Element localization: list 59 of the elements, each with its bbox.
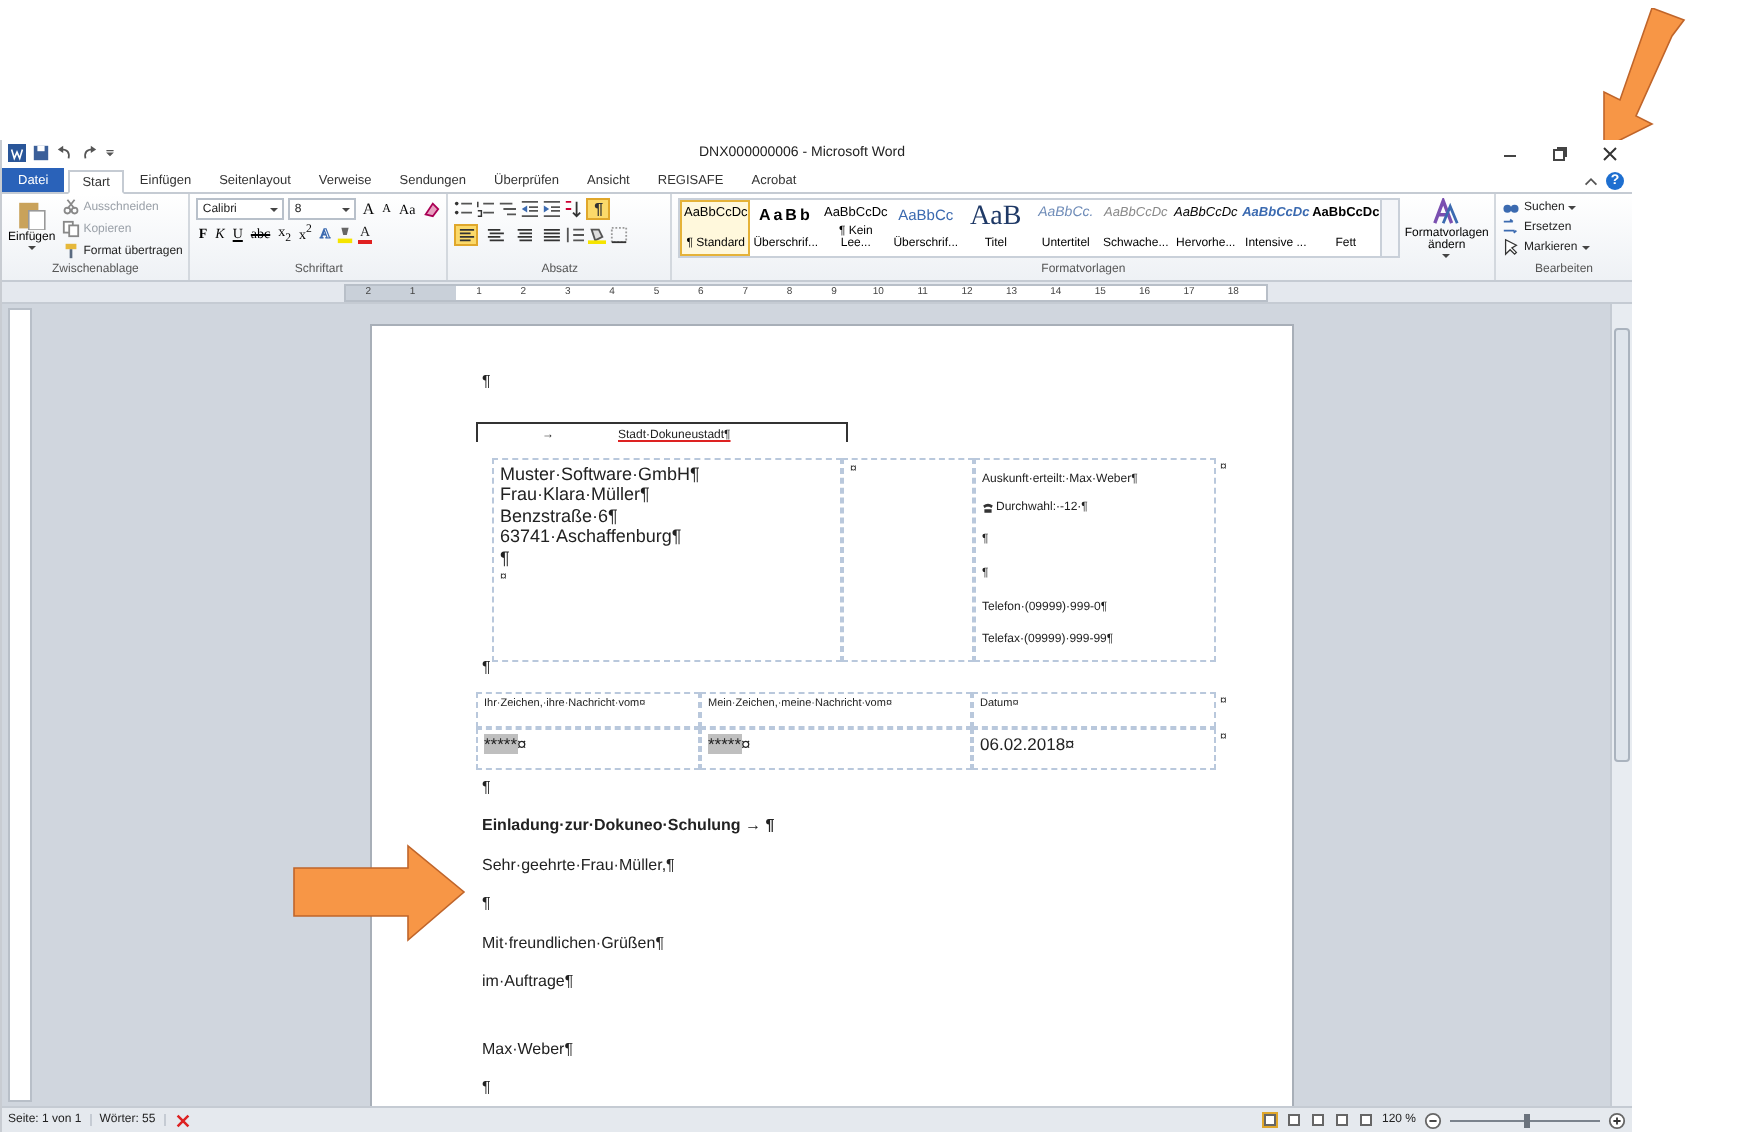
line-spacing-icon: [566, 226, 585, 244]
shading-icon: [588, 226, 607, 244]
view-button[interactable]: [1357, 1112, 1374, 1128]
paragraph: ¶: [482, 1076, 491, 1100]
table-cell: *****¤: [476, 727, 700, 769]
view-button[interactable]: [1309, 1112, 1326, 1128]
show-marks-button[interactable]: ¶: [586, 198, 611, 220]
paragraph-mark: ¶: [482, 370, 493, 394]
table-cell: *****¤: [700, 727, 972, 769]
undo-icon: [56, 144, 74, 162]
paragraph: Sehr·geehrte·Frau·Müller,¶: [482, 853, 675, 878]
caret-icon: [342, 207, 351, 211]
table-cell: 06.02.2018¤: [972, 727, 1216, 769]
gallery-scrollbar[interactable]: [1380, 200, 1399, 256]
view-button[interactable]: [1261, 1112, 1278, 1128]
decrease-indent-icon: [520, 200, 539, 218]
scissors-icon: [61, 198, 80, 216]
restore-icon[interactable]: [1552, 145, 1568, 161]
bullet-list-icon: [454, 200, 473, 218]
customize-icon: [104, 144, 116, 162]
caret-icon: [1581, 245, 1590, 249]
view-button[interactable]: [1285, 1112, 1302, 1128]
paragraph: Mit·freundlichen·Grüßen¶: [482, 931, 664, 955]
zoom-out-icon: [1424, 1111, 1442, 1129]
highlighter-icon: [336, 225, 355, 243]
align-button[interactable]: [482, 224, 507, 246]
caret-icon: [1568, 205, 1577, 209]
borders-icon: [610, 226, 629, 244]
clipboard-icon: [15, 198, 48, 230]
zoom-in-icon: [1608, 1111, 1626, 1129]
caret-icon: [270, 207, 279, 211]
caret-icon: [1442, 254, 1451, 258]
align-button[interactable]: [538, 224, 563, 246]
phone-icon: [982, 501, 994, 514]
zoom-slider-thumb[interactable]: [1523, 1113, 1529, 1127]
font-size-button[interactable]: A: [360, 199, 377, 219]
paragraph: im·Auftrage¶: [482, 970, 574, 994]
caret-icon: [27, 246, 36, 250]
clear-format-icon: [421, 200, 440, 218]
paragraph: ¶: [482, 892, 491, 916]
redo-icon: [80, 144, 98, 162]
paragraph: ¶: [482, 775, 491, 799]
increase-indent-icon: [542, 200, 561, 218]
paragraph: Einladung·zur·Dokuneo·Schulung → ¶: [482, 814, 775, 838]
paragraph-mark: ¶: [482, 655, 493, 679]
view-button[interactable]: [1333, 1112, 1350, 1128]
copy-icon: [61, 220, 80, 238]
styles-icon: [1432, 198, 1461, 226]
close-icon[interactable]: [1602, 145, 1618, 161]
multilevel-list-icon: [498, 200, 517, 218]
numbered-list-icon: [476, 200, 495, 218]
replace-icon: [1502, 218, 1520, 236]
paintbrush-icon: [61, 242, 80, 260]
cursor-icon: [1502, 238, 1520, 256]
align-button[interactable]: [454, 224, 479, 246]
paragraph: Max·Weber¶: [482, 1037, 573, 1061]
vertical-scrollbar[interactable]: [1610, 304, 1632, 1106]
proofing-icon: [173, 1111, 192, 1129]
sort-icon: [564, 200, 583, 218]
